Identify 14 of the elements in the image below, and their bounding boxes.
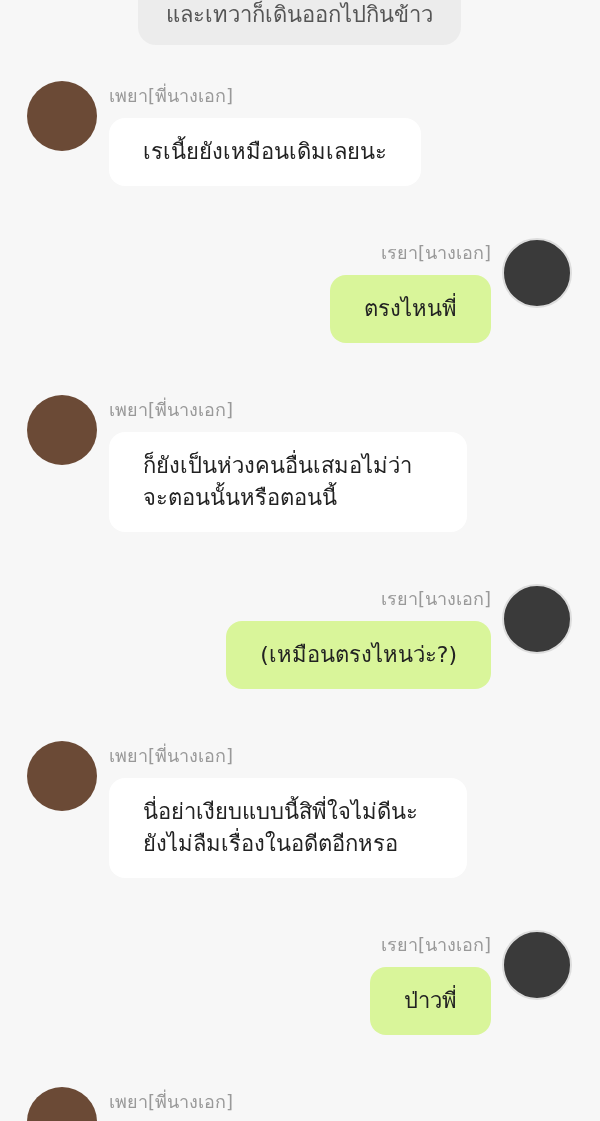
message-bubble: นี่อย่าเงียบแบบนี้สิพี่ใจไม่ดีนะ ยังไม่ลืมเรื่องในอดีตอีกหรอ [109, 778, 467, 878]
narration-bubble: และเทวาก็เดินออกไปกินข้าว [138, 0, 461, 45]
sender-name: เรยา[นางเอก] [380, 933, 491, 957]
sender-name: เพยา[พี่นางเอก] [109, 84, 235, 108]
sender-name: เรยา[นางเอก] [380, 241, 491, 265]
message-bubble: (เหมือนตรงไหนว่ะ?) [226, 621, 491, 689]
message-bubble: ป่าวพี่ [370, 967, 491, 1035]
sender-name: เพยา[พี่นางเอก] [109, 398, 235, 422]
sender-name: เพยา[พี่นางเอก] [109, 1090, 234, 1114]
sender-name: เพยา[พี่นางเอก] [109, 744, 235, 768]
message-bubble: เรเนี้ยยังเหมือนเดิมเลยนะ [109, 118, 421, 186]
message-bubble: ก็ยังเป็นห่วงคนอื่นเสมอไม่ว่าจะตอนนั้นหรือตอนนี้ [109, 432, 467, 532]
message-bubble: ตรงไหนพี่ [330, 275, 491, 343]
sender-name: เรยา[นางเอก] [380, 587, 491, 611]
